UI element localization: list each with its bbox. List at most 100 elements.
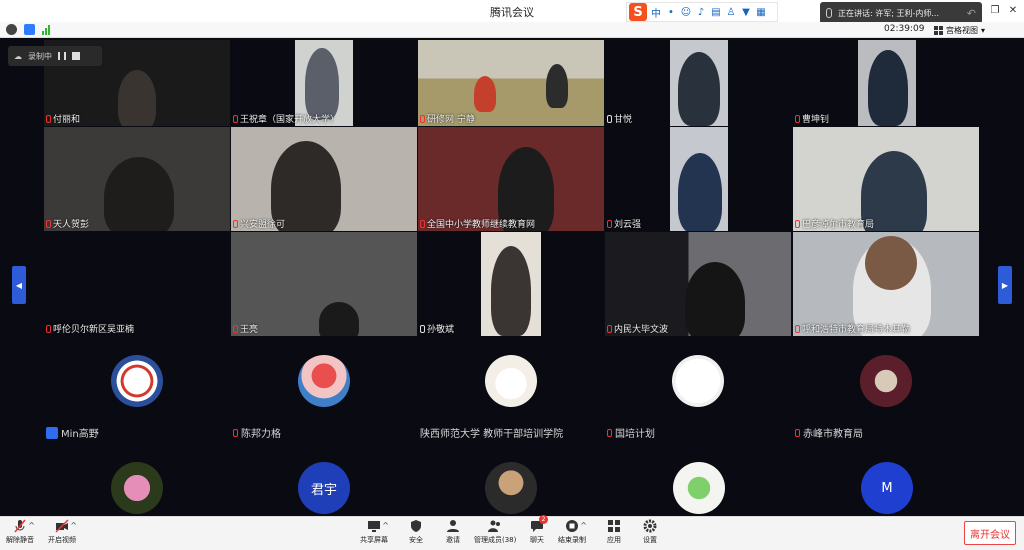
ime-toolbar[interactable]: S 中 • ☺ ♪ ▤ ♙ ▼ ▦ bbox=[626, 2, 778, 22]
avatar[interactable]: 君宇 bbox=[298, 462, 350, 514]
stop-recording-icon[interactable] bbox=[72, 52, 80, 60]
view-switch-button[interactable]: 宫格视图 ▾ bbox=[934, 23, 996, 37]
settings-button[interactable]: 设置 bbox=[643, 519, 657, 545]
end-recording-button[interactable]: ^ 结束录制 bbox=[558, 519, 587, 545]
video-tile-label: 王祝章（国家开放大学） bbox=[231, 112, 417, 126]
view-label: 宫格视图 bbox=[946, 25, 978, 35]
chevron-up-icon[interactable]: ^ bbox=[580, 521, 587, 530]
video-tile[interactable]: 研修网 宁静 bbox=[418, 40, 604, 126]
manage-members-button[interactable]: 管理成员(38) bbox=[474, 519, 516, 545]
avatar-tile[interactable]: Min高野 bbox=[44, 355, 230, 443]
ime-emoji-icon[interactable]: ☺ bbox=[680, 6, 692, 18]
security-shield-icon[interactable] bbox=[24, 24, 35, 35]
recording-indicator: ☁ 录制中 bbox=[8, 46, 102, 66]
bottom-toolbar: ^ 解除静音 ^ 开启视频 ^ 共享屏幕 安全 邀请 管理成员(38) 2 聊天… bbox=[0, 515, 1024, 550]
unmute-button[interactable]: ^ 解除静音 bbox=[6, 519, 35, 545]
gear-icon bbox=[643, 519, 657, 533]
mic-muted-icon bbox=[420, 114, 425, 123]
sogou-ime-icon[interactable]: S bbox=[629, 3, 647, 21]
video-tile[interactable]: 天人贺彭 bbox=[44, 127, 230, 231]
video-tile[interactable]: 内民大毕文波 bbox=[605, 232, 791, 336]
avatar[interactable] bbox=[485, 462, 537, 514]
members-icon bbox=[488, 519, 502, 533]
video-tile-label: 孙敬斌 bbox=[418, 322, 604, 336]
avatar bbox=[298, 355, 350, 407]
mic-muted-icon bbox=[233, 114, 238, 123]
video-tile[interactable]: 王亮 bbox=[231, 232, 417, 336]
invite-user-icon bbox=[446, 519, 460, 533]
next-page-arrow[interactable]: ▶ bbox=[998, 266, 1012, 304]
mic-muted-icon bbox=[795, 219, 800, 228]
video-tile[interactable]: 兴安盟徐可 bbox=[231, 127, 417, 231]
prev-page-arrow[interactable]: ◀ bbox=[12, 266, 26, 304]
mic-muted-icon bbox=[607, 428, 612, 437]
share-screen-icon: ^ bbox=[367, 519, 389, 533]
mic-muted-icon bbox=[233, 219, 238, 228]
start-video-button[interactable]: ^ 开启视频 bbox=[48, 519, 77, 545]
video-tile[interactable] bbox=[670, 127, 728, 231]
mic-muted-icon bbox=[795, 324, 800, 333]
ime-user-icon[interactable]: ♙ bbox=[725, 6, 737, 18]
video-tile[interactable]: 呼和浩特市教育局特木其勒 bbox=[793, 232, 979, 336]
avatar bbox=[860, 355, 912, 407]
avatar bbox=[111, 355, 163, 407]
mic-muted-icon bbox=[795, 114, 800, 123]
meeting-timer: 02:39:09 bbox=[884, 24, 925, 34]
mic-muted-icon bbox=[420, 219, 425, 228]
share-screen-button[interactable]: ^ 共享屏幕 bbox=[360, 519, 389, 545]
avatar[interactable] bbox=[111, 462, 163, 514]
mic-muted-icon bbox=[46, 114, 51, 123]
speaking-banner: 正在讲话: 许军; 王利-内师... ↶ bbox=[820, 2, 982, 24]
chat-button[interactable]: 2 聊天 bbox=[530, 515, 548, 545]
video-tile-label: 刘云强 bbox=[605, 217, 791, 231]
mic-muted-icon bbox=[607, 219, 612, 228]
chat-badge: 2 bbox=[539, 515, 548, 524]
chevron-down-icon: ▾ bbox=[981, 25, 986, 35]
video-tile-label: 甘悦 bbox=[605, 112, 791, 126]
avatar-tile[interactable]: 陕西师范大学 教师干部培训学院 bbox=[418, 355, 604, 443]
mic-muted-icon bbox=[46, 324, 51, 333]
ime-chinese-icon[interactable]: 中 bbox=[650, 6, 662, 20]
shield-icon bbox=[409, 519, 423, 533]
restore-icon[interactable]: ❐ bbox=[988, 3, 1002, 17]
pause-recording-icon[interactable] bbox=[58, 52, 66, 60]
video-tile[interactable]: 巴彦淖尔市教育局 bbox=[793, 127, 979, 231]
collapse-icon[interactable]: ↶ bbox=[967, 7, 976, 20]
grid-view-icon bbox=[934, 25, 943, 35]
chevron-up-icon[interactable]: ^ bbox=[382, 521, 389, 530]
ime-keyboard-icon[interactable]: ▤ bbox=[710, 6, 722, 18]
invite-button[interactable]: 邀请 bbox=[446, 519, 460, 545]
apps-button[interactable]: 应用 bbox=[607, 519, 621, 545]
video-tile[interactable]: 全国中小学教师继续教育网 bbox=[418, 127, 604, 231]
mic-muted-icon bbox=[607, 324, 612, 333]
chevron-up-icon[interactable]: ^ bbox=[70, 521, 77, 530]
ime-voice-icon[interactable]: ♪ bbox=[695, 6, 707, 18]
video-tile[interactable] bbox=[481, 232, 541, 336]
mic-muted-icon bbox=[233, 324, 238, 333]
avatar[interactable] bbox=[673, 462, 725, 514]
security-button[interactable]: 安全 bbox=[409, 519, 423, 545]
mic-muted-icon bbox=[233, 428, 238, 437]
avatar-tile[interactable]: 陈邦力格 bbox=[231, 355, 417, 443]
video-tile-label: 曹坤钊 bbox=[793, 112, 979, 126]
mic-on-icon bbox=[420, 324, 425, 333]
avatar[interactable]: M bbox=[861, 462, 913, 514]
leave-meeting-button[interactable]: 离开会议 bbox=[964, 521, 1016, 545]
ime-punctuation-icon[interactable]: • bbox=[665, 6, 677, 18]
network-signal-icon[interactable] bbox=[42, 24, 53, 35]
ime-skin-icon[interactable]: ▼ bbox=[740, 6, 752, 18]
cloud-icon: ☁ bbox=[14, 51, 22, 61]
chat-icon: 2 bbox=[530, 515, 548, 533]
video-tile[interactable]: 呼伦贝尔新区吴亚楠 bbox=[44, 232, 230, 336]
mic-muted-icon bbox=[795, 428, 800, 437]
avatar-tile[interactable]: 赤峰市教育局 bbox=[793, 355, 979, 443]
avatar-tile[interactable]: 国培计划 bbox=[605, 355, 791, 443]
mic-muted-icon bbox=[46, 219, 51, 228]
meeting-info-icon[interactable] bbox=[6, 24, 17, 35]
close-icon[interactable]: ✕ bbox=[1006, 3, 1020, 17]
user-icon bbox=[46, 426, 58, 439]
chevron-up-icon[interactable]: ^ bbox=[28, 521, 35, 530]
avatar bbox=[485, 355, 537, 407]
video-off-icon: ^ bbox=[55, 519, 77, 533]
ime-toolbox-icon[interactable]: ▦ bbox=[755, 6, 767, 18]
